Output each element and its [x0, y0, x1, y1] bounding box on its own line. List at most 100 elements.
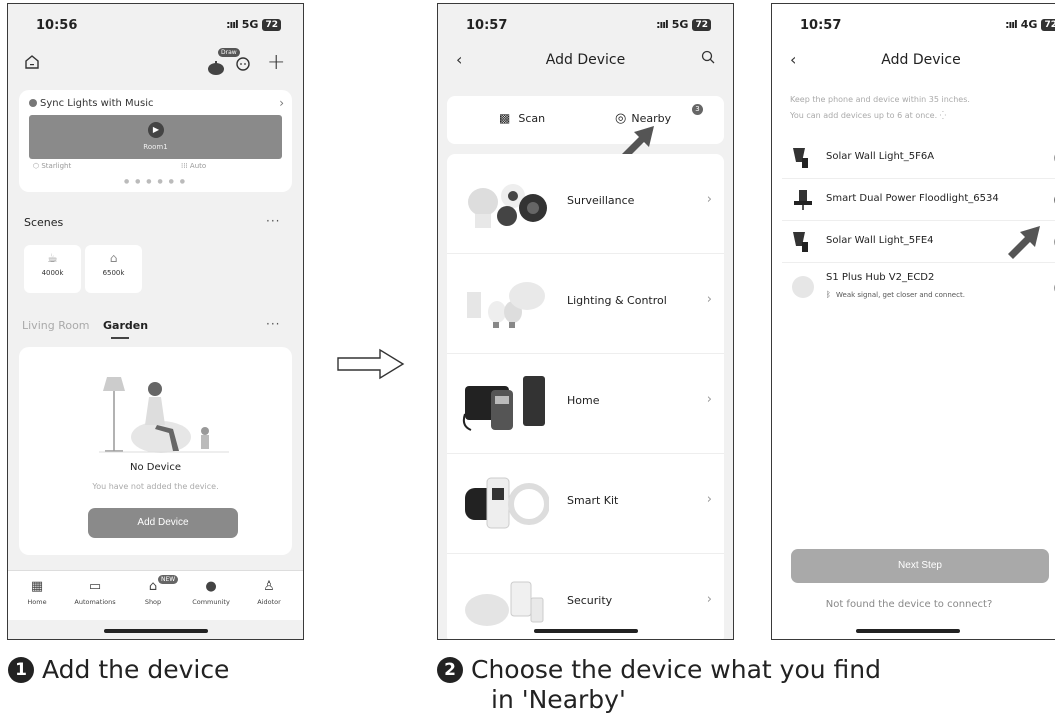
- signal-icon: :ııl: [656, 18, 669, 31]
- category-label: Security: [567, 594, 613, 607]
- hint-line-1: Keep the phone and device within 35 inch…: [790, 95, 970, 104]
- hub-icon: [792, 276, 814, 298]
- pumpkin-icon: ●: [205, 579, 217, 594]
- category-label: Smart Kit: [567, 494, 619, 507]
- room-label: Room1: [143, 143, 168, 151]
- hint-line-2: You can add devices up to 6 at once. ⁛: [790, 111, 947, 120]
- home-indicator: [533, 629, 638, 633]
- caption-text-line-2: in 'Nearby': [491, 685, 626, 714]
- music-sync-card[interactable]: Sync Lights with Music › ▶ Room1 ⬡ Starl…: [19, 90, 292, 192]
- step-number-badge: 1: [8, 657, 34, 683]
- category-home[interactable]: Home ›: [447, 354, 724, 454]
- music-sync-title: Sync Lights with Music: [29, 98, 153, 109]
- pumpkin-draw-icon[interactable]: [206, 56, 228, 80]
- chevron-right-icon: ›: [706, 592, 712, 607]
- chevron-right-icon: ›: [706, 292, 712, 307]
- more-icon[interactable]: ···: [266, 317, 280, 331]
- nearby-hint: Keep the phone and device within 35 inch…: [790, 92, 1045, 124]
- chevron-right-icon: ›: [706, 192, 712, 207]
- status-bar: 10:56 :ııl 5G 72: [8, 18, 303, 36]
- scenes-title: Scenes: [24, 216, 64, 229]
- house-icon: ⌂: [109, 251, 118, 265]
- tab-aidotor[interactable]: ♙ Aidotor: [244, 579, 294, 606]
- no-device-title: No Device: [130, 462, 181, 473]
- room-tabs: Living Room Garden: [22, 319, 149, 339]
- music-note-icon: [29, 99, 37, 107]
- status-time: 10:57: [800, 18, 842, 33]
- nav-bar: ‹ Add Device: [438, 50, 733, 74]
- tab-label: Home: [27, 598, 47, 606]
- category-smart-kit[interactable]: Smart Kit ›: [447, 454, 724, 554]
- empty-devices-card: No Device You have not added the device.…: [19, 347, 292, 555]
- carousel-dots: ● ● ● ● ● ●: [124, 178, 187, 185]
- tab-home[interactable]: ▦ Home: [12, 579, 62, 606]
- device-signal-warning: Weak signal, get closer and connect.: [836, 291, 965, 299]
- device-name: Smart Dual Power Floodlight_6534: [826, 193, 999, 204]
- no-device-subtitle: You have not added the device.: [92, 482, 219, 491]
- category-security[interactable]: Security ›: [447, 554, 724, 639]
- category-lighting[interactable]: Lighting & Control ›: [447, 254, 724, 354]
- tab-label: Automations: [74, 598, 116, 606]
- category-label: Home: [567, 394, 600, 407]
- status-time: 10:57: [466, 18, 508, 33]
- status-bar: 10:57 :ııl 5G 72: [438, 18, 733, 36]
- network-type: 4G: [1020, 18, 1038, 31]
- tab-garden-label: Garden: [103, 319, 149, 332]
- grid-icon: ▦: [30, 579, 44, 594]
- home-indicator: [856, 629, 960, 633]
- add-device-button[interactable]: Add Device: [88, 508, 238, 538]
- device-row[interactable]: Solar Wall Light_5F6A: [782, 137, 1055, 179]
- device-name: S1 Plus Hub V2_ECD2: [826, 272, 935, 283]
- home-icon[interactable]: [24, 54, 40, 74]
- scene-4000k[interactable]: ☕ 4000k: [24, 245, 81, 293]
- category-list: Surveillance › Lighting & Control › Home: [447, 154, 724, 639]
- floodlight-icon: [794, 190, 812, 210]
- cup-icon: ☕: [47, 251, 58, 265]
- search-icon[interactable]: [701, 50, 715, 68]
- add-icon[interactable]: +: [267, 50, 285, 75]
- status-time: 10:56: [36, 18, 78, 33]
- page-title: Add Device: [881, 52, 961, 68]
- device-row[interactable]: S1 Plus Hub V2_ECD2 ᛒ Weak signal, get c…: [782, 263, 1055, 313]
- chevron-right-icon: ›: [706, 392, 712, 407]
- scene-6500k[interactable]: ⌂ 6500k: [85, 245, 142, 293]
- device-name: Solar Wall Light_5FE4: [826, 235, 934, 246]
- battery-icon: 72: [692, 18, 711, 31]
- page-title: Add Device: [545, 52, 626, 68]
- caption-step-1: 1 Add the device: [8, 655, 229, 684]
- camera-illustration: [468, 184, 547, 228]
- category-surveillance[interactable]: Surveillance ›: [447, 154, 724, 254]
- status-bar: 10:57 :ııl 4G 72: [772, 18, 1055, 36]
- bluetooth-icon: ᛒ: [826, 290, 831, 299]
- signal-icon: :ııl: [226, 18, 239, 31]
- support-icon[interactable]: [234, 54, 252, 76]
- tab-garden[interactable]: Garden: [103, 319, 149, 339]
- device-row[interactable]: Smart Dual Power Floodlight_6534 ✓: [782, 179, 1055, 221]
- scan-nearby-switch: ▩ Scan ◎ Nearby 3: [447, 96, 724, 144]
- play-icon[interactable]: ▶: [148, 122, 164, 138]
- tab-community[interactable]: ● Community: [186, 579, 236, 606]
- battery-icon: 72: [262, 18, 281, 31]
- caption-text: Add the device: [42, 655, 230, 684]
- next-step-button[interactable]: Next Step: [791, 549, 1049, 583]
- tab-living-room[interactable]: Living Room: [22, 319, 90, 332]
- tab-automations[interactable]: ▭ Automations: [70, 579, 120, 606]
- not-found-link[interactable]: Not found the device to connect?: [772, 599, 1055, 610]
- scan-tab[interactable]: ▩ Scan: [499, 111, 545, 125]
- more-icon[interactable]: ···: [266, 214, 280, 228]
- smart-kit-illustration: [465, 477, 549, 529]
- battery-icon: 72: [1041, 18, 1055, 31]
- qr-icon: ▩: [499, 111, 511, 125]
- bottom-tab-bar: ▦ Home ▭ Automations ⌂ NEW Shop ● Commun…: [8, 570, 303, 620]
- tab-underline: [111, 337, 130, 339]
- pointer-arrow-icon: [1008, 226, 1040, 259]
- home-indicator: [103, 629, 208, 633]
- scan-label: Scan: [518, 112, 546, 125]
- music-banner[interactable]: ▶ Room1: [29, 115, 282, 159]
- tab-shop[interactable]: ⌂ NEW Shop: [128, 575, 179, 606]
- nav-bar: ‹ Add Device: [772, 50, 1055, 74]
- security-illustration: [465, 581, 544, 626]
- scene-label: 6500k: [102, 269, 125, 277]
- phone-screen-home: 10:56 :ııl 5G 72 Draw + Sync Lights with…: [7, 3, 304, 640]
- lighting-illustration: [467, 282, 545, 328]
